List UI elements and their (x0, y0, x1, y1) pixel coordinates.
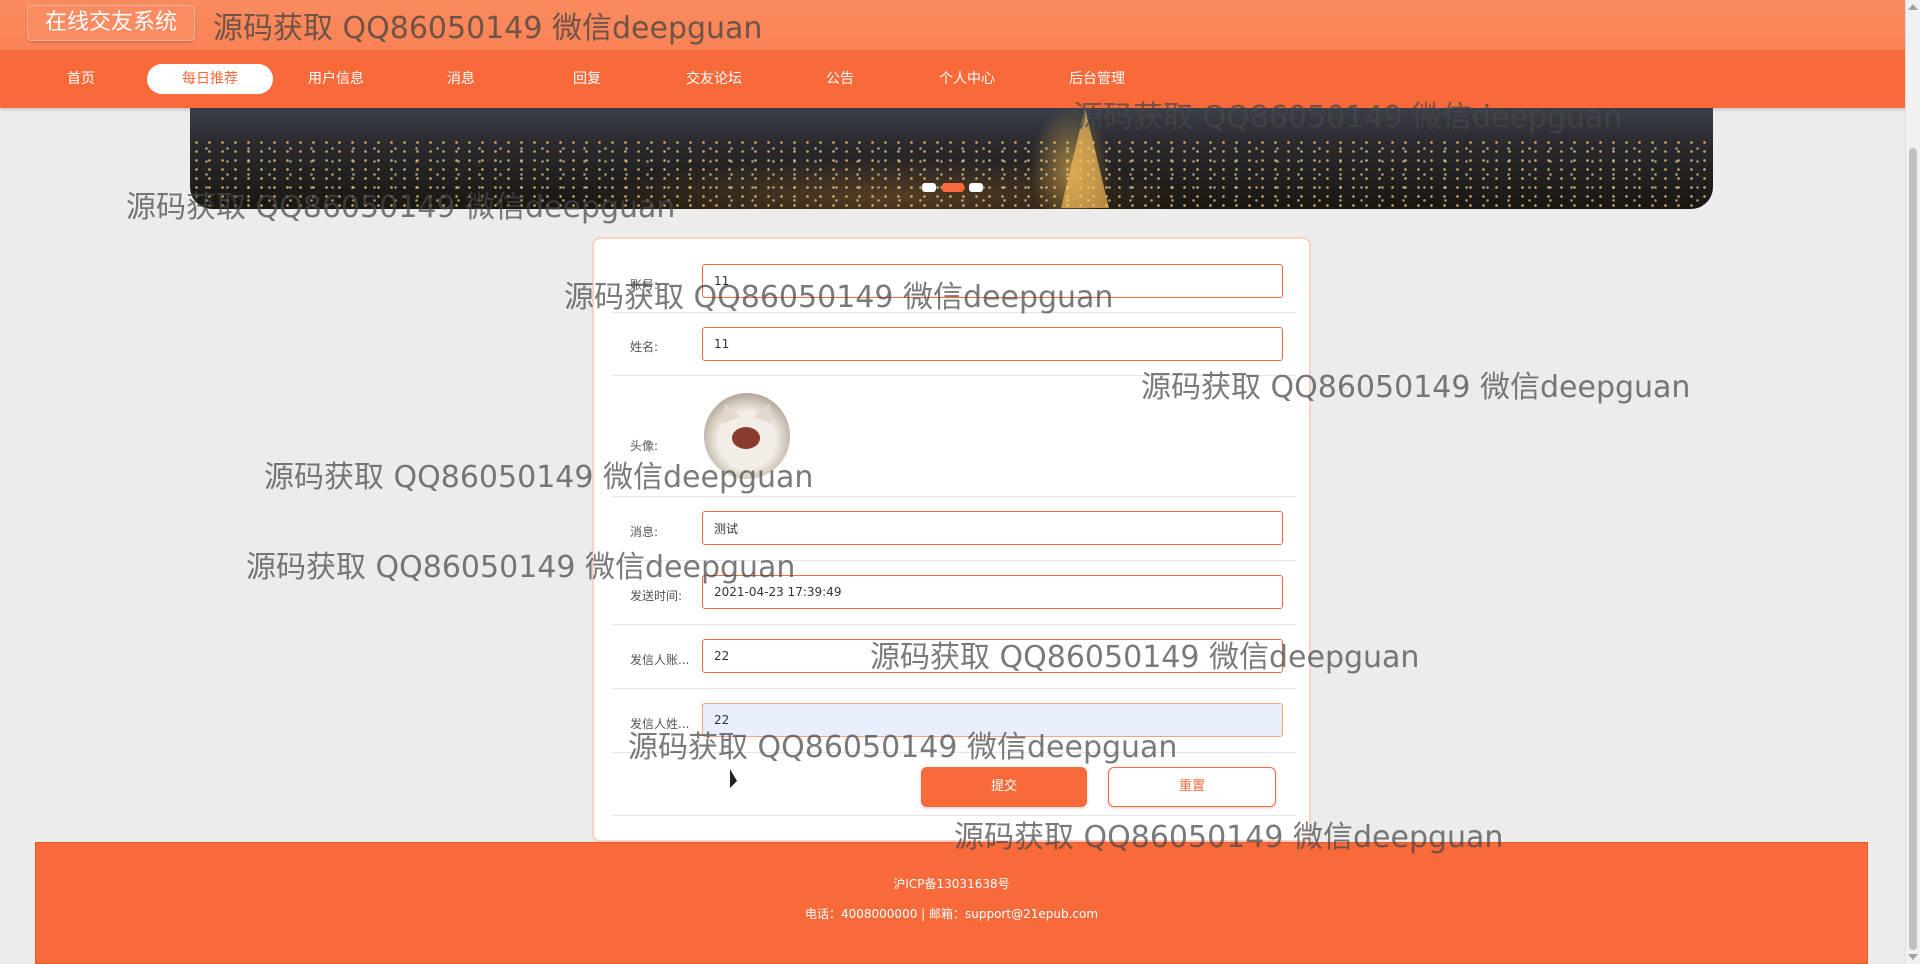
message-input[interactable] (702, 511, 1283, 545)
scroll-thumb[interactable] (1909, 148, 1917, 950)
header-watermark: 源码获取 QQ86050149 微信deepguan (213, 11, 763, 46)
reset-button[interactable]: 重置 (1108, 767, 1276, 807)
system-title[interactable]: 在线交友系统 (27, 5, 196, 41)
sender-account-input[interactable] (702, 639, 1283, 673)
sender-name-input[interactable] (702, 703, 1283, 737)
sender-account-label: 发信人账... (630, 653, 690, 667)
message-label: 消息: (630, 525, 659, 539)
carousel-dot-3[interactable] (969, 183, 983, 192)
form-row-sender-account: 发信人账... (612, 624, 1296, 689)
nav-item-admin[interactable]: 后台管理 (1034, 64, 1160, 94)
name-input[interactable] (702, 327, 1283, 361)
nav-item-home[interactable]: 首页 (18, 64, 144, 94)
nav-item-forum[interactable]: 交友论坛 (651, 64, 777, 94)
form-row-sender-name: 发信人姓... (612, 688, 1296, 753)
form-row-account: 账号: (612, 239, 1296, 313)
scroll-down-arrow-icon[interactable] (1908, 954, 1918, 960)
footer-icp: 沪ICP备13031638号 (893, 877, 1010, 891)
city-lights-image (190, 138, 1713, 209)
nav-item-daily-recommend[interactable]: 每日推荐 (147, 64, 273, 94)
form-row-message: 消息: (612, 496, 1296, 561)
sender-name-label: 发信人姓... (630, 717, 690, 731)
page-scrollbar[interactable] (1905, 0, 1920, 964)
nav-item-profile[interactable]: 个人中心 (904, 64, 1030, 94)
carousel-dot-2-active[interactable] (942, 183, 964, 192)
send-time-label: 发送时间: (630, 589, 683, 603)
eiffel-tower-image (1061, 108, 1109, 208)
avatar-image (704, 393, 790, 479)
submit-button[interactable]: 提交 (921, 767, 1087, 807)
nav-item-user-info[interactable]: 用户信息 (273, 64, 399, 94)
carousel-dot-1[interactable] (922, 183, 936, 192)
form-row-name: 姓名: (612, 312, 1296, 376)
footer: 沪ICP备13031638号 电话：4008000000 | 邮箱：suppor… (35, 842, 1868, 964)
nav-item-announcements[interactable]: 公告 (777, 64, 903, 94)
form-row-send-time: 发送时间: (612, 560, 1296, 625)
avatar-label: 头像: (630, 439, 659, 453)
nav-item-messages[interactable]: 消息 (398, 64, 524, 94)
footer-contact: 电话：4008000000 | 邮箱：support@21epub.com (804, 907, 1099, 921)
main-nav: 首页 每日推荐 用户信息 消息 回复 交友论坛 公告 个人中心 后台管理 (0, 50, 1905, 108)
account-label: 账号: (630, 278, 659, 292)
top-title-bar: 在线交友系统 源码获取 QQ86050149 微信deepguan (0, 0, 1905, 51)
message-detail-form: 账号: 姓名: 头像: 消息: 发送时间: 发信人账... 发信人姓... 提交… (592, 237, 1311, 842)
nav-item-replies[interactable]: 回复 (524, 64, 650, 94)
account-input[interactable] (702, 264, 1283, 298)
mouse-pointer-icon (730, 769, 737, 788)
name-label: 姓名: (630, 340, 659, 354)
banner-carousel[interactable] (190, 108, 1713, 209)
send-time-input[interactable] (702, 575, 1283, 609)
scroll-up-arrow-icon[interactable] (1908, 4, 1918, 10)
